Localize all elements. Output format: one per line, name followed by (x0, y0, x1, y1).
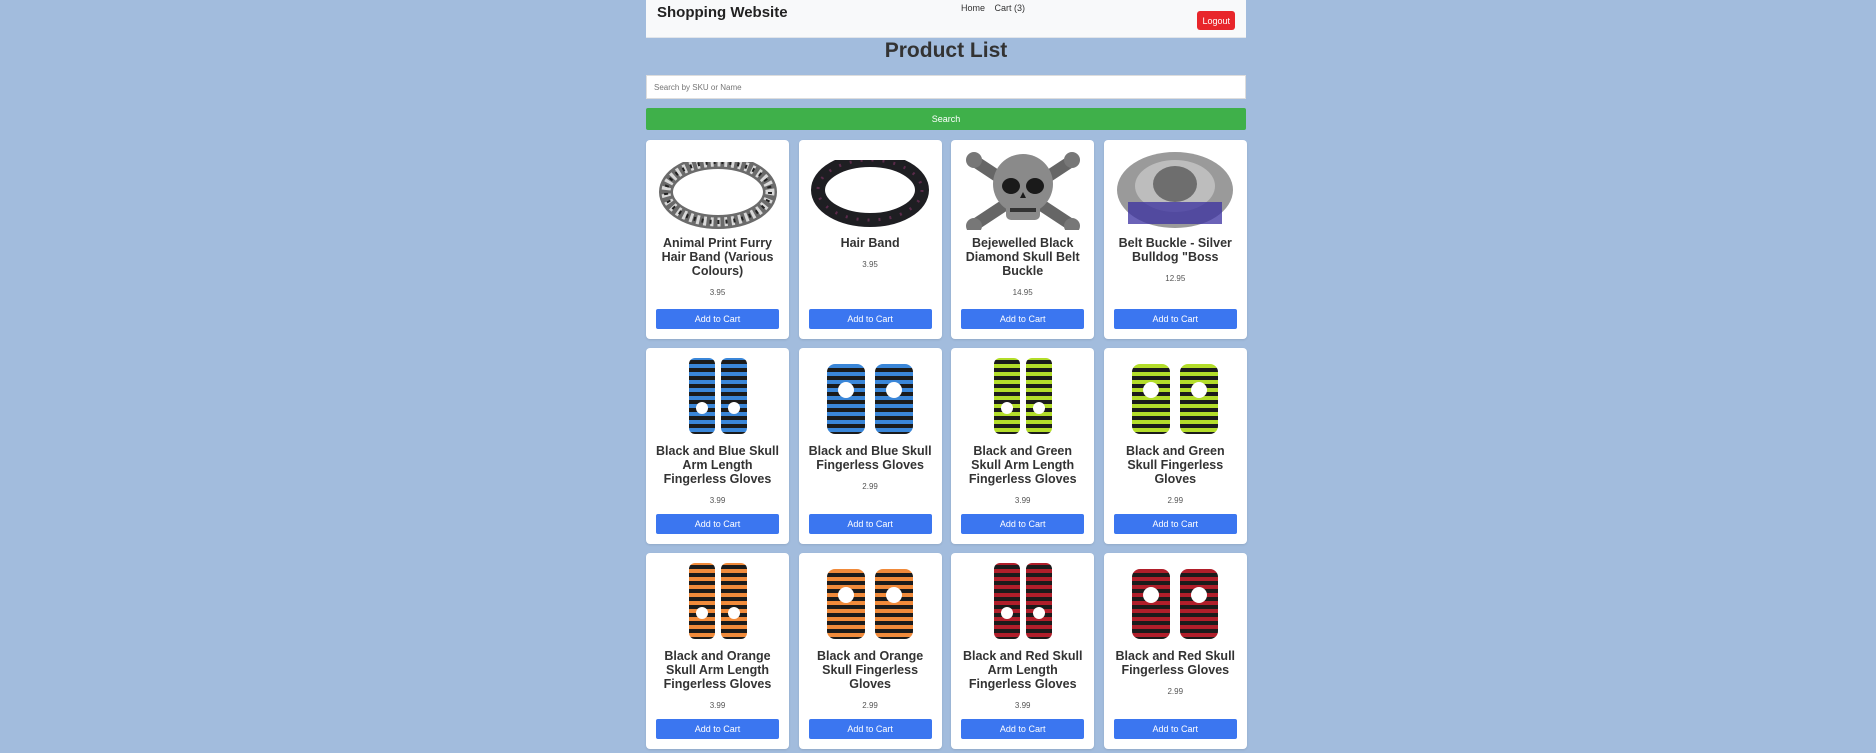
blue-short-gloves-image (827, 364, 914, 434)
bulldog-buckle-image (1117, 152, 1234, 228)
add-to-cart-button[interactable]: Add to Cart (808, 309, 932, 329)
product-card: Black and Blue Skull Arm Length Fingerle… (646, 348, 789, 544)
product-name: Animal Print Furry Hair Band (Various Co… (661, 236, 774, 278)
product-price: 12.95 (1165, 274, 1186, 283)
orange-arm-gloves-image (688, 563, 747, 639)
product-card: Black and Red Skull Arm Length Fingerles… (951, 553, 1095, 749)
product-price: 3.99 (1014, 496, 1031, 505)
product-name: Black and Blue Skull Arm Length Fingerle… (656, 444, 779, 486)
add-to-cart-button[interactable]: Add to Cart (1113, 514, 1237, 534)
leopard-headband-image (656, 148, 779, 229)
logout-button[interactable]: Logout (1197, 11, 1235, 30)
nav-links: Home Cart (3) (961, 3, 1032, 13)
blue-arm-gloves-image (688, 358, 747, 434)
product-name: Black and Red Skull Arm Length Fingerles… (962, 649, 1083, 691)
product-price: 2.99 (862, 701, 878, 710)
page-container: Shopping Website Home Cart (3) Logout Pr… (646, 0, 1247, 753)
product-name: Black and Green Skull Fingerless Gloves (1125, 444, 1225, 486)
product-price: 3.99 (709, 496, 726, 505)
add-to-cart-button[interactable]: Add to Cart (961, 719, 1085, 739)
product-price: 3.95 (862, 260, 878, 269)
product-card: Black and Orange Skull Fingerless Gloves… (798, 553, 942, 749)
page-title: Product List (884, 39, 1008, 62)
search-input[interactable] (646, 75, 1246, 99)
skull-buckle-image (965, 152, 1080, 230)
orange-short-gloves-image (827, 569, 914, 639)
add-to-cart-button[interactable]: Add to Cart (656, 514, 779, 534)
product-price: 3.99 (1014, 701, 1031, 710)
product-card: Black and Green Skull Fingerless Gloves … (1103, 348, 1247, 544)
add-to-cart-button[interactable]: Add to Cart (961, 309, 1085, 329)
product-grid-row: Animal Print Furry Hair Band (Various Co… (646, 140, 1247, 348)
product-price: 2.99 (1167, 496, 1184, 505)
red-arm-gloves-image (993, 563, 1052, 639)
black-headband-image (809, 148, 932, 227)
product-card: Belt Buckle - Silver Bulldog "Boss 12.95… (1103, 140, 1247, 339)
nav-home-link[interactable]: Home (961, 3, 985, 13)
add-to-cart-button[interactable]: Add to Cart (1113, 719, 1237, 739)
add-to-cart-button[interactable]: Add to Cart (656, 309, 779, 329)
product-card: Black and Red Skull Fingerless Gloves 2.… (1103, 553, 1247, 749)
product-name: Black and Green Skull Arm Length Fingerl… (968, 444, 1077, 486)
product-card: Bejewelled Black Diamond Skull Belt Buck… (951, 140, 1095, 339)
product-card: Black and Blue Skull Fingerless Gloves 2… (798, 348, 942, 544)
product-card: Black and Green Skull Arm Length Fingerl… (951, 348, 1095, 544)
product-name: Black and Blue Skull Fingerless Gloves (808, 444, 932, 472)
product-name: Black and Orange Skull Arm Length Finger… (663, 649, 772, 691)
nav-cart-link[interactable]: Cart (3) (995, 3, 1026, 13)
product-grid-row: Black and Orange Skull Arm Length Finger… (646, 553, 1247, 753)
product-price: 14.95 (1012, 288, 1033, 297)
search-button[interactable]: Search (646, 108, 1246, 130)
product-name: Black and Orange Skull Fingerless Gloves (816, 649, 924, 691)
product-grid-row: Black and Blue Skull Arm Length Fingerle… (646, 348, 1247, 553)
navbar: Shopping Website Home Cart (3) Logout (646, 0, 1246, 38)
green-arm-gloves-image (993, 358, 1052, 434)
product-name: Bejewelled Black Diamond Skull Belt Buck… (965, 236, 1080, 278)
product-price: 3.95 (709, 288, 726, 297)
add-to-cart-button[interactable]: Add to Cart (1113, 309, 1237, 329)
product-name: Black and Red Skull Fingerless Gloves (1115, 649, 1236, 677)
product-card: Hair Band 3.95 Add to Cart (798, 140, 942, 339)
brand-title: Shopping Website (657, 4, 788, 21)
product-name: Belt Buckle - Silver Bulldog "Boss (1118, 236, 1232, 264)
green-short-gloves-image (1132, 364, 1219, 434)
product-card: Black and Orange Skull Arm Length Finger… (646, 553, 789, 749)
product-price: 2.99 (1167, 687, 1184, 696)
product-card: Animal Print Furry Hair Band (Various Co… (646, 140, 789, 339)
add-to-cart-button[interactable]: Add to Cart (656, 719, 779, 739)
add-to-cart-button[interactable]: Add to Cart (961, 514, 1085, 534)
add-to-cart-button[interactable]: Add to Cart (808, 719, 932, 739)
product-price: 2.99 (862, 482, 878, 491)
product-name: Hair Band (840, 236, 900, 250)
product-price: 3.99 (709, 701, 726, 710)
add-to-cart-button[interactable]: Add to Cart (808, 514, 932, 534)
red-short-gloves-image (1132, 569, 1219, 639)
